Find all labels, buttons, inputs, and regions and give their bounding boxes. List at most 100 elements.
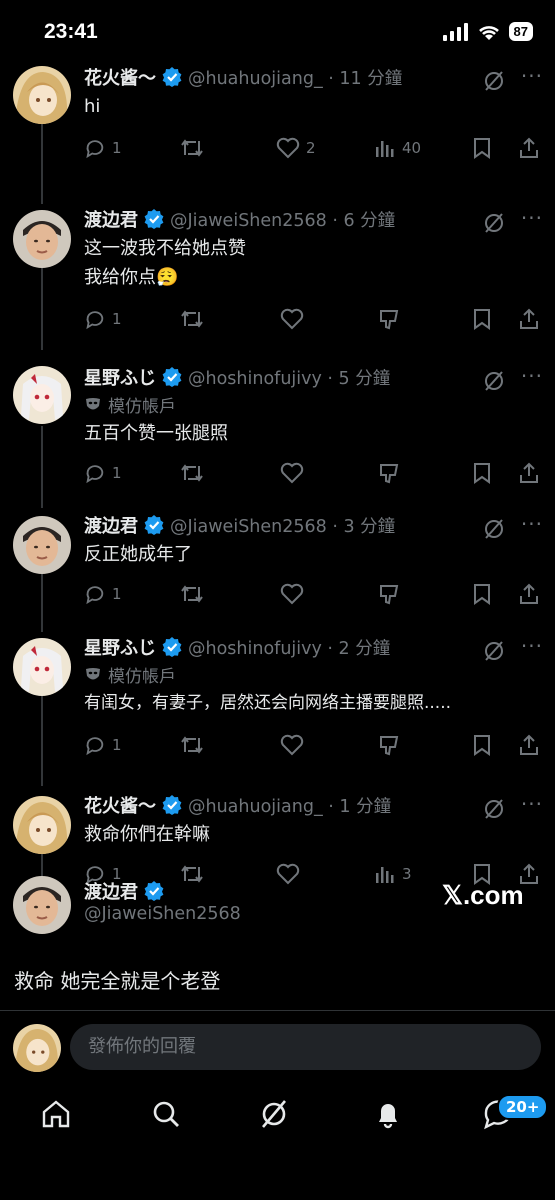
more-options-icon[interactable]: ···: [521, 512, 543, 536]
author-handle[interactable]: @JiaweiShen2568: [84, 904, 241, 924]
like-button[interactable]: 2: [276, 137, 316, 159]
more-options-icon[interactable]: ···: [521, 634, 543, 658]
downvote-button[interactable]: [378, 308, 400, 330]
tweet[interactable]: 星野ふじ @hoshinofujivy · 2 分鐘 ··· 模仿帳戶 有闺女，…: [0, 626, 555, 786]
share-icon: [520, 583, 538, 604]
tweet[interactable]: 渡边君 @JiaweiShen2568 · 3 分鐘 ··· 反正她成年了 1: [0, 504, 555, 632]
reply-input[interactable]: 發佈你的回覆: [70, 1024, 541, 1070]
grok-icon[interactable]: [483, 518, 505, 544]
grok-icon[interactable]: [483, 212, 505, 238]
avatar[interactable]: [13, 66, 71, 124]
like-button[interactable]: [280, 583, 304, 605]
share-icon: [520, 137, 538, 158]
share-button[interactable]: [518, 734, 540, 756]
avatar[interactable]: [13, 366, 71, 424]
author-name[interactable]: 渡边君: [84, 878, 138, 904]
more-options-icon[interactable]: ···: [521, 792, 543, 816]
author-name[interactable]: 渡边君: [84, 206, 138, 232]
share-button[interactable]: [518, 583, 540, 605]
more-options-icon[interactable]: ···: [521, 64, 543, 88]
repost-button[interactable]: [180, 863, 204, 885]
author-handle[interactable]: @JiaweiShen2568 · 3 分鐘: [170, 513, 395, 538]
parody-label: 模仿帳戶: [84, 392, 541, 417]
reply-button[interactable]: 1: [84, 137, 122, 159]
reply-count: 1: [112, 139, 122, 157]
repost-button[interactable]: [180, 137, 204, 159]
share-button[interactable]: [518, 308, 540, 330]
tweet-text: 五百个赞一张腿照: [84, 423, 228, 444]
downvote-button[interactable]: [378, 462, 400, 484]
repost-icon: [181, 310, 203, 328]
verified-badge-icon: [144, 515, 164, 535]
author-handle[interactable]: @huahuojiang_ · 1 分鐘: [188, 793, 391, 818]
heart-icon: [276, 137, 300, 159]
avatar[interactable]: [13, 516, 71, 574]
status-bar: 23:41 87: [0, 0, 555, 64]
tweet[interactable]: 星野ふじ @hoshinofujivy · 5 分鐘 ··· 模仿帳戶 五百个赞…: [0, 356, 555, 508]
repost-button[interactable]: [180, 734, 204, 756]
reply-icon: [86, 586, 104, 605]
share-button[interactable]: [518, 137, 540, 159]
reply-button[interactable]: 1: [84, 462, 122, 484]
reply-count: 1: [112, 464, 122, 482]
more-options-icon[interactable]: ···: [521, 206, 543, 230]
reply-icon: [86, 465, 104, 484]
author-name[interactable]: 星野ふじ: [84, 634, 156, 660]
bookmark-button[interactable]: [472, 308, 492, 330]
avatar[interactable]: [13, 210, 71, 268]
parody-text: 模仿帳戶: [108, 397, 176, 417]
downvote-button[interactable]: [378, 583, 400, 605]
author-name[interactable]: 花火酱～: [84, 64, 156, 90]
more-options-icon[interactable]: ···: [521, 364, 543, 388]
views-button[interactable]: 3: [374, 863, 412, 885]
reply-button[interactable]: 1: [84, 734, 122, 756]
bookmark-button[interactable]: [472, 462, 492, 484]
verified-badge-icon: [162, 67, 182, 87]
author-handle[interactable]: @hoshinofujivy · 5 分鐘: [188, 365, 390, 390]
like-button[interactable]: [280, 308, 304, 330]
author-name[interactable]: 花火酱～: [84, 792, 156, 818]
avatar[interactable]: [13, 876, 71, 934]
tab-home[interactable]: [40, 1098, 72, 1134]
bookmark-icon: [474, 138, 490, 159]
grok-icon[interactable]: [483, 370, 505, 396]
grok-icon[interactable]: [483, 798, 505, 824]
tab-grok[interactable]: [258, 1098, 290, 1134]
reply-button[interactable]: 1: [84, 308, 122, 330]
tab-notifications[interactable]: [372, 1098, 404, 1134]
repost-button[interactable]: [180, 308, 204, 330]
author-name[interactable]: 渡边君: [84, 512, 138, 538]
author-name[interactable]: 星野ふじ: [84, 364, 156, 390]
tweet[interactable]: 渡边君 @JiaweiShen2568 · 6 分鐘 ··· 这一波我不给她点赞…: [0, 198, 555, 350]
analytics-icon: [376, 867, 394, 883]
like-button[interactable]: [280, 734, 304, 756]
like-button[interactable]: [276, 863, 300, 885]
reply-icon: [86, 311, 104, 330]
bookmark-button[interactable]: [472, 734, 492, 756]
tweet[interactable]: 花火酱～ @huahuojiang_ · 11 分鐘 ··· hi 1 2 40: [0, 56, 555, 204]
share-icon: [520, 308, 538, 329]
repost-icon: [181, 585, 203, 603]
downvote-icon: [380, 736, 399, 756]
reply-button[interactable]: 1: [84, 583, 122, 605]
tweet-actions: 1: [84, 730, 541, 760]
my-avatar[interactable]: [13, 1024, 61, 1072]
grok-icon[interactable]: [483, 70, 505, 96]
avatar[interactable]: [13, 638, 71, 696]
repost-button[interactable]: [180, 462, 204, 484]
share-button[interactable]: [518, 462, 540, 484]
author-handle[interactable]: @huahuojiang_ · 11 分鐘: [188, 65, 402, 90]
author-handle[interactable]: @JiaweiShen2568 · 6 分鐘: [170, 207, 395, 232]
views-button[interactable]: 40: [374, 137, 421, 159]
author-handle[interactable]: @hoshinofujivy · 2 分鐘: [188, 635, 390, 660]
like-button[interactable]: [280, 462, 304, 484]
grok-icon[interactable]: [483, 640, 505, 666]
avatar[interactable]: [13, 796, 71, 854]
downvote-button[interactable]: [378, 734, 400, 756]
tab-search[interactable]: [150, 1098, 182, 1134]
bookmark-button[interactable]: [472, 583, 492, 605]
repost-button[interactable]: [180, 583, 204, 605]
grok-icon: [262, 1100, 286, 1128]
bookmark-button[interactable]: [472, 137, 492, 159]
reply-icon: [86, 737, 104, 756]
